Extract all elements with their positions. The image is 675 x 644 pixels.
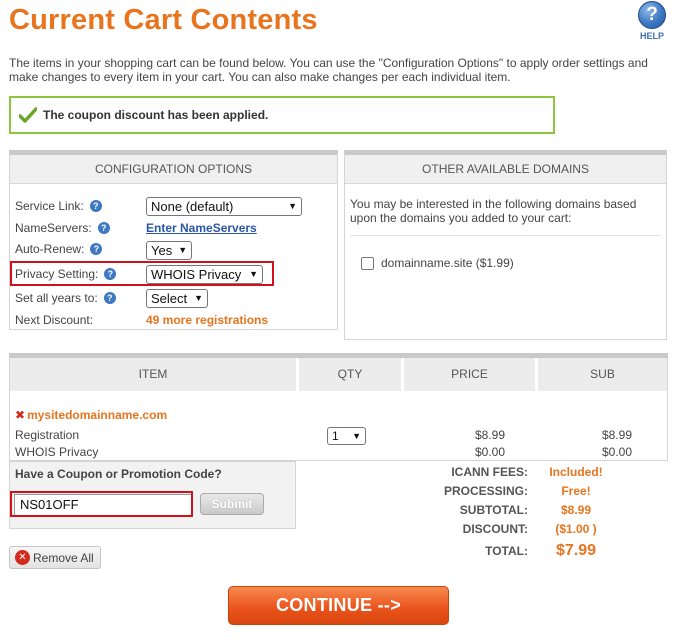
auto-renew-label: Auto-Renew: xyxy=(15,242,85,256)
totals-value: Included! xyxy=(549,465,603,479)
total-value: $7.99 xyxy=(555,542,597,559)
nameservers-label: NameServers: xyxy=(15,221,92,235)
service-link-value: None (default) xyxy=(151,199,234,214)
column-header-sub: SUB xyxy=(538,358,667,391)
auto-renew-row: Auto-Renew: ? xyxy=(15,239,103,259)
totals-row: TOTAL: $7.99 xyxy=(400,542,640,560)
page-title: Current Cart Contents xyxy=(9,4,318,36)
set-years-help-icon[interactable]: ? xyxy=(103,292,116,304)
help-button[interactable]: ? HELP xyxy=(636,1,668,41)
totals-value: Free! xyxy=(561,484,591,498)
totals-label: TOTAL: xyxy=(485,544,528,558)
next-discount-label: Next Discount: xyxy=(15,313,94,327)
remove-all-button[interactable]: ✕ Remove All xyxy=(9,546,101,569)
service-link-row: Service Link: ? xyxy=(15,196,102,216)
line-item-price: $8.99 xyxy=(474,428,505,442)
cart-item-domain[interactable]: mysitedomainname.com xyxy=(27,408,167,422)
column-header-qty: QTY xyxy=(299,358,404,391)
close-icon: ✕ xyxy=(15,550,30,565)
set-years-value: Select xyxy=(151,291,188,306)
totals-label: DISCOUNT: xyxy=(462,522,528,536)
totals-row: SUBTOTAL: $8.99 xyxy=(400,503,640,521)
service-link-select[interactable]: None (default) ▼ xyxy=(146,197,302,216)
next-discount-value: 49 more registrations xyxy=(146,313,269,327)
promo-highlight-box xyxy=(10,491,193,517)
domain-suggestion-option[interactable]: domainname.site ($1.99) xyxy=(361,256,514,270)
column-header-item: ITEM xyxy=(10,358,299,391)
chevron-down-icon: ▼ xyxy=(194,293,203,303)
other-domains-text: You may be interested in the following d… xyxy=(350,197,637,225)
checkmark-icon xyxy=(19,107,37,123)
help-label: HELP xyxy=(639,31,664,41)
coupon-success-message: The coupon discount has been applied. xyxy=(9,96,555,134)
enter-nameservers-link[interactable]: Enter NameServers xyxy=(146,221,257,235)
coupon-message-text: The coupon discount has been applied. xyxy=(43,108,269,122)
remove-item-icon[interactable]: ✖ xyxy=(15,408,25,422)
service-link-label: Service Link: xyxy=(15,199,84,213)
next-discount-row: Next Discount: xyxy=(15,310,93,330)
totals-row: PROCESSING: Free! xyxy=(400,484,640,502)
line-item-label: WHOIS Privacy xyxy=(15,445,99,459)
totals-label: SUBTOTAL: xyxy=(459,503,528,517)
other-domains-panel: OTHER AVAILABLE DOMAINS You may be inter… xyxy=(344,150,667,340)
column-header-price: PRICE xyxy=(404,358,538,391)
chevron-down-icon: ▼ xyxy=(352,430,361,441)
cart-table: ITEM QTY PRICE SUB ✖ mysitedomainname.co… xyxy=(9,353,668,461)
domain-suggestion-label: domainname.site ($1.99) xyxy=(381,256,514,270)
auto-renew-value: Yes xyxy=(151,243,173,258)
totals-label: ICANN FEES: xyxy=(451,465,528,479)
continue-button[interactable]: CONTINUE --> xyxy=(228,586,449,625)
promo-code-title: Have a Coupon or Promotion Code? xyxy=(15,467,222,481)
totals-row: ICANN FEES: Included! xyxy=(400,465,640,483)
totals-row: DISCOUNT: ($1.00 ) xyxy=(400,522,640,540)
cart-item-name: ✖ mysitedomainname.com xyxy=(15,408,167,422)
totals-value: ($1.00 ) xyxy=(555,522,597,536)
quantity-value: 1 xyxy=(332,428,339,443)
divider xyxy=(350,235,661,236)
chevron-down-icon: ▼ xyxy=(178,245,188,255)
help-icon: ? xyxy=(638,1,666,29)
privacy-highlight-box xyxy=(10,261,274,286)
line-item-price: $0.00 xyxy=(474,445,505,459)
intro-text: The items in your shopping cart can be f… xyxy=(9,56,648,84)
service-link-help-icon[interactable]: ? xyxy=(89,200,102,212)
auto-renew-help-icon[interactable]: ? xyxy=(90,243,103,255)
nameservers-row: NameServers: ? xyxy=(15,218,110,238)
configuration-options-heading: CONFIGURATION OPTIONS xyxy=(10,155,337,184)
promo-submit-button[interactable]: Submit xyxy=(200,493,264,515)
remove-all-label: Remove All xyxy=(33,550,94,565)
other-domains-heading: OTHER AVAILABLE DOMAINS xyxy=(345,155,666,184)
line-item-sub: $8.99 xyxy=(601,428,632,442)
configuration-options-panel: CONFIGURATION OPTIONS Service Link: ? No… xyxy=(9,150,338,330)
quantity-select[interactable]: 1 ▼ xyxy=(327,427,366,445)
totals-label: PROCESSING: xyxy=(443,484,528,498)
line-item-sub: $0.00 xyxy=(601,445,632,459)
chevron-down-icon: ▼ xyxy=(288,201,297,211)
set-years-label: Set all years to: xyxy=(15,291,98,305)
line-item-label: Registration xyxy=(15,428,80,442)
nameservers-help-icon[interactable]: ? xyxy=(97,222,110,234)
set-years-row: Set all years to: ? xyxy=(15,288,116,308)
set-years-select[interactable]: Select ▼ xyxy=(146,289,208,308)
totals-value: $8.99 xyxy=(560,503,592,517)
auto-renew-select[interactable]: Yes ▼ xyxy=(146,241,192,260)
domain-suggestion-checkbox[interactable] xyxy=(361,256,374,270)
